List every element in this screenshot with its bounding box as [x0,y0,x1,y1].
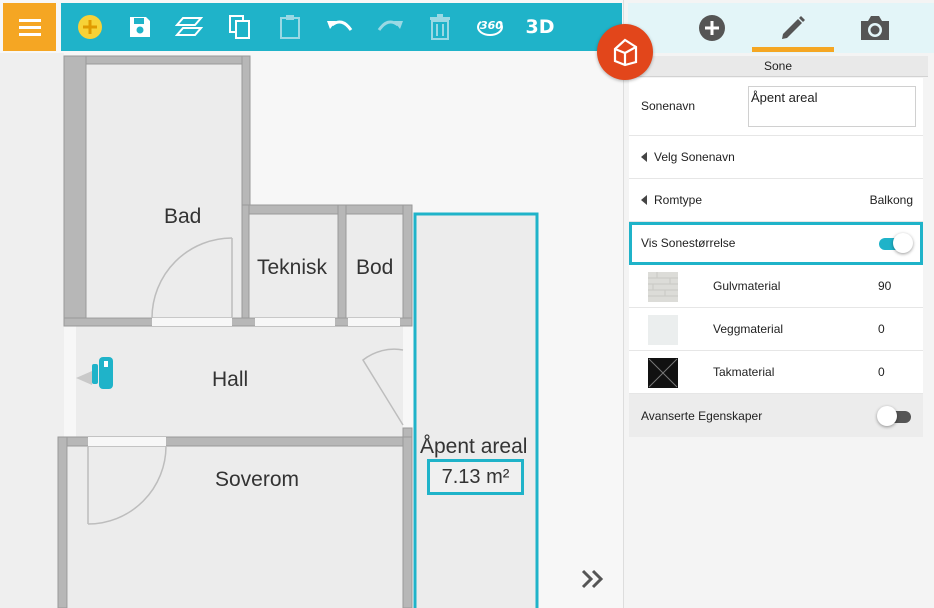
floor-plan-drawing [0,53,539,608]
zone-badge[interactable] [597,24,653,80]
ceiling-material-label: Takmaterial [713,365,775,379]
toggle-knob [893,233,913,253]
caret-left-icon [641,195,647,205]
undo-button[interactable] [324,11,356,43]
copy-icon [229,15,250,39]
wall-material-value: 0 [878,322,885,336]
tab-edit[interactable] [753,3,833,53]
toggle-knob [877,405,897,426]
zone-name-label: Sonenavn [641,99,696,113]
floor-material-swatch [648,272,678,302]
show-zone-size-toggle[interactable] [877,233,913,253]
advanced-properties-toggle[interactable] [877,405,911,426]
tab-add[interactable] [672,3,752,53]
choose-zone-name-row[interactable]: Velg Sonenavn [629,136,923,179]
room-type: Romtype [641,193,702,207]
add-button[interactable] [74,11,106,43]
undo-icon [327,20,353,31]
active-tab-indicator [752,47,834,52]
room-label-soverom: Soverom [215,468,300,491]
view-360-label: 360 [480,19,503,32]
floor-material-label: Gulvmaterial [713,279,781,293]
zone-area-value: 7.13 m² [441,465,510,488]
wall-material-row[interactable]: Veggmaterial 0 [629,308,923,351]
zone-name-row: Sonenavn [629,78,923,136]
room-label-bod: Bod [356,256,394,279]
room-label-hall: Hall [212,368,249,391]
collapse-panel-button[interactable] [580,568,614,602]
redo-button[interactable] [374,11,406,43]
save-button[interactable] [124,11,156,43]
layers-button[interactable] [173,11,205,43]
copy-button[interactable] [224,11,256,43]
properties-panel: Sone Sonenavn Velg Sonenavn Romtype Balk… [623,0,934,608]
hamburger-icon [18,19,41,36]
ceiling-material-swatch [648,358,678,388]
paste-icon [280,15,300,39]
redo-icon [377,20,403,31]
ceiling-material-row[interactable]: Takmaterial 0 [629,351,923,394]
menu-button[interactable] [3,3,56,51]
double-chevron-right-icon [581,569,604,589]
room-type-value: Balkong [869,193,913,207]
ceiling-material-value: 0 [878,365,885,379]
tab-camera[interactable] [835,3,915,53]
wall-material-label: Veggmaterial [713,322,784,336]
view-360-icon: 360 [475,15,505,39]
choose-zone-name: Velg Sonenavn [641,150,735,164]
room-label-bad: Bad [164,205,202,228]
save-icon [130,17,150,37]
choose-zone-name-label: Velg Sonenavn [654,150,735,164]
floor-plan-canvas[interactable]: Bad Teknisk Bod Hall Soverom Åpent areal… [0,53,623,608]
advanced-properties-label: Avanserte Egenskaper [641,408,763,423]
room-type-row[interactable]: Romtype Balkong [629,179,923,222]
camera-icon [861,16,889,40]
zone-name-input[interactable] [748,86,916,127]
delete-button[interactable] [424,11,456,43]
layers-icon [175,17,203,36]
room-label-open-area: Åpent areal [420,435,528,458]
zone-box-icon [613,38,638,67]
floor-material-value: 90 [878,279,892,293]
add-circle-icon [699,15,725,41]
main-toolbar: 360 3D [61,3,622,51]
add-icon [78,15,102,39]
delete-icon [430,14,450,40]
wall-material-swatch [648,315,678,345]
pencil-icon [782,16,805,39]
zone-properties: Sonenavn Velg Sonenavn Romtype Balkong V… [629,78,923,437]
show-zone-size-label: Vis Sonestørrelse [641,236,736,250]
view-3d-label: 3D [525,16,555,38]
zone-area-label[interactable]: 7.13 m² [427,459,524,495]
view-360-button[interactable]: 360 [474,11,506,43]
paste-button[interactable] [274,11,306,43]
app-root: 360 3D Bad Teknisk Bod Hall Soverom Åpen… [0,0,934,608]
panel-tabs [628,3,934,53]
floor-material-row[interactable]: Gulvmaterial 90 [629,265,923,308]
advanced-properties-row: Avanserte Egenskaper [629,394,923,437]
caret-left-icon [641,152,647,162]
view-3d-button[interactable]: 3D [524,11,556,43]
room-label-teknisk: Teknisk [257,256,328,279]
panel-title: Sone [628,56,928,77]
room-type-label: Romtype [654,193,703,207]
show-zone-size-row: Vis Sonestørrelse [629,222,923,265]
